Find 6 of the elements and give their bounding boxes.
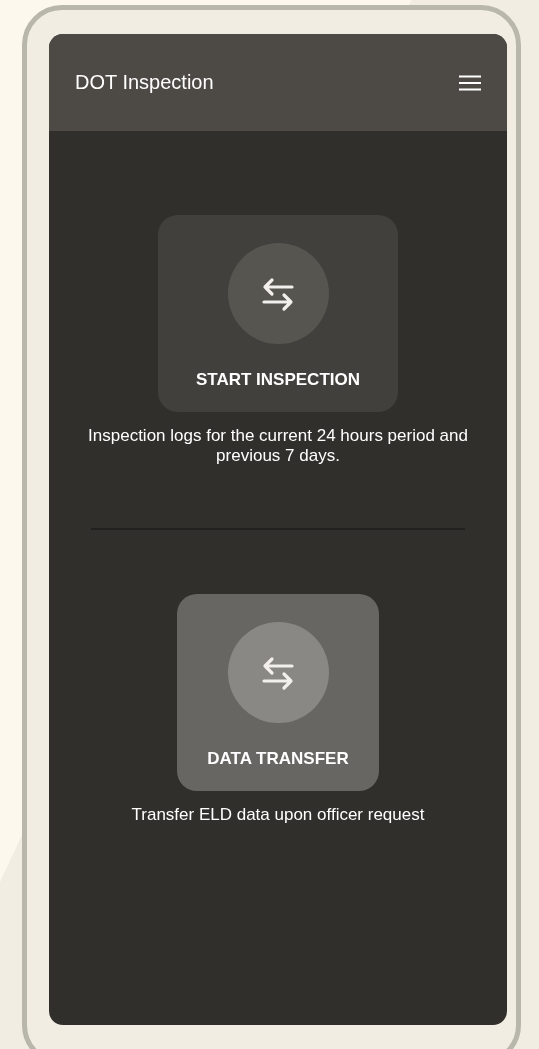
option-card[interactable]: START INSPECTION	[158, 215, 398, 412]
app-title: DOT Inspection	[75, 71, 214, 94]
option-description: Inspection logs for the current 24 hours period and previous 7 days.	[88, 426, 468, 466]
option-card[interactable]: DATA TRANSFER	[177, 594, 379, 791]
menu-icon[interactable]	[459, 74, 481, 91]
option-description: Transfer ELD data upon officer request	[130, 805, 426, 825]
